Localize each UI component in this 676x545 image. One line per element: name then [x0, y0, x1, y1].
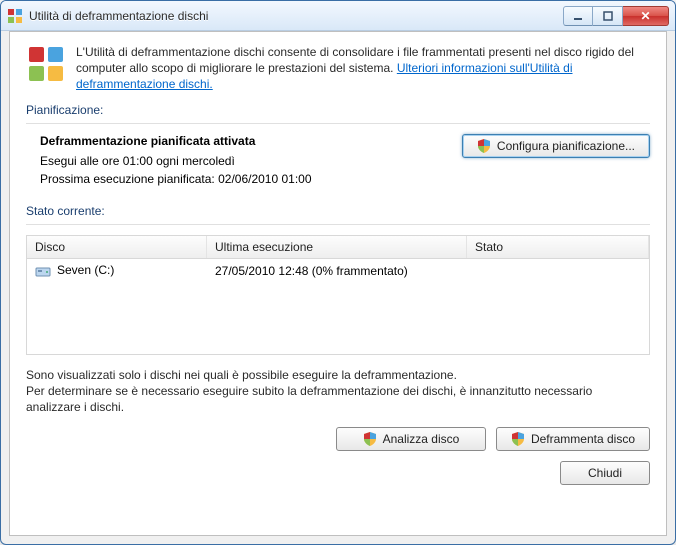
- content-area: L'Utilità di deframmentazione dischi con…: [9, 31, 667, 536]
- col-header-status[interactable]: Stato: [467, 236, 649, 258]
- window-title: Utilità di deframmentazione dischi: [29, 9, 563, 23]
- disk-table: Disco Ultima esecuzione Stato Seven (C:)…: [26, 235, 650, 355]
- col-header-disk[interactable]: Disco: [27, 236, 207, 258]
- defragment-disk-label: Deframmenta disco: [531, 432, 635, 446]
- cell-status: [467, 267, 649, 275]
- schedule-section-label: Pianificazione:: [26, 103, 650, 117]
- info-text: L'Utilità di deframmentazione dischi con…: [76, 44, 650, 93]
- titlebar[interactable]: Utilità di deframmentazione dischi ✕: [1, 1, 675, 31]
- cell-disk-name: Seven (C:): [27, 259, 207, 283]
- close-button-label: Chiudi: [588, 466, 622, 480]
- close-icon: ✕: [640, 9, 650, 23]
- maximize-button[interactable]: [593, 6, 623, 26]
- shield-icon: [363, 432, 377, 446]
- col-header-last-run[interactable]: Ultima esecuzione: [207, 236, 467, 258]
- note-text: Sono visualizzati solo i dischi nei qual…: [26, 367, 650, 416]
- disk-icon: [35, 263, 51, 279]
- defrag-app-icon: [7, 8, 23, 24]
- cell-last-run: 27/05/2010 12:48 (0% frammentato): [207, 260, 467, 282]
- table-header: Disco Ultima esecuzione Stato: [27, 236, 649, 259]
- schedule-next-run: Prossima esecuzione pianificata: 02/06/2…: [40, 172, 462, 186]
- minimize-icon: [573, 11, 583, 21]
- separator: [26, 123, 650, 124]
- schedule-run-time: Esegui alle ore 01:00 ogni mercoledì: [40, 154, 462, 168]
- state-section-label: Stato corrente:: [26, 204, 650, 218]
- table-row[interactable]: Seven (C:) 27/05/2010 12:48 (0% framment…: [27, 259, 649, 283]
- separator: [26, 224, 650, 225]
- minimize-button[interactable]: [563, 6, 593, 26]
- close-window-button[interactable]: ✕: [623, 6, 669, 26]
- shield-icon: [477, 139, 491, 153]
- info-row: L'Utilità di deframmentazione dischi con…: [26, 44, 650, 93]
- disk-name-text: Seven (C:): [57, 263, 114, 277]
- analyze-disk-label: Analizza disco: [383, 432, 460, 446]
- window-buttons: ✕: [563, 6, 669, 26]
- note-line1: Sono visualizzati solo i dischi nei qual…: [26, 367, 650, 383]
- configure-schedule-label: Configura pianificazione...: [497, 139, 635, 153]
- shield-icon: [511, 432, 525, 446]
- maximize-icon: [603, 11, 613, 21]
- analyze-disk-button[interactable]: Analizza disco: [336, 427, 486, 451]
- schedule-heading: Deframmentazione pianificata attivata: [40, 134, 462, 148]
- action-buttons-row: Analizza disco Deframmenta disco: [26, 427, 650, 451]
- close-button-row: Chiudi: [26, 461, 650, 485]
- note-line2: Per determinare se è necessario eseguire…: [26, 383, 650, 415]
- schedule-block: Deframmentazione pianificata attivata Es…: [26, 134, 650, 190]
- close-button[interactable]: Chiudi: [560, 461, 650, 485]
- schedule-info: Deframmentazione pianificata attivata Es…: [26, 134, 462, 190]
- window-frame: Utilità di deframmentazione dischi ✕ L'U…: [0, 0, 676, 545]
- configure-schedule-button[interactable]: Configura pianificazione...: [462, 134, 650, 158]
- defragment-disk-button[interactable]: Deframmenta disco: [496, 427, 650, 451]
- defrag-large-icon: [26, 44, 66, 84]
